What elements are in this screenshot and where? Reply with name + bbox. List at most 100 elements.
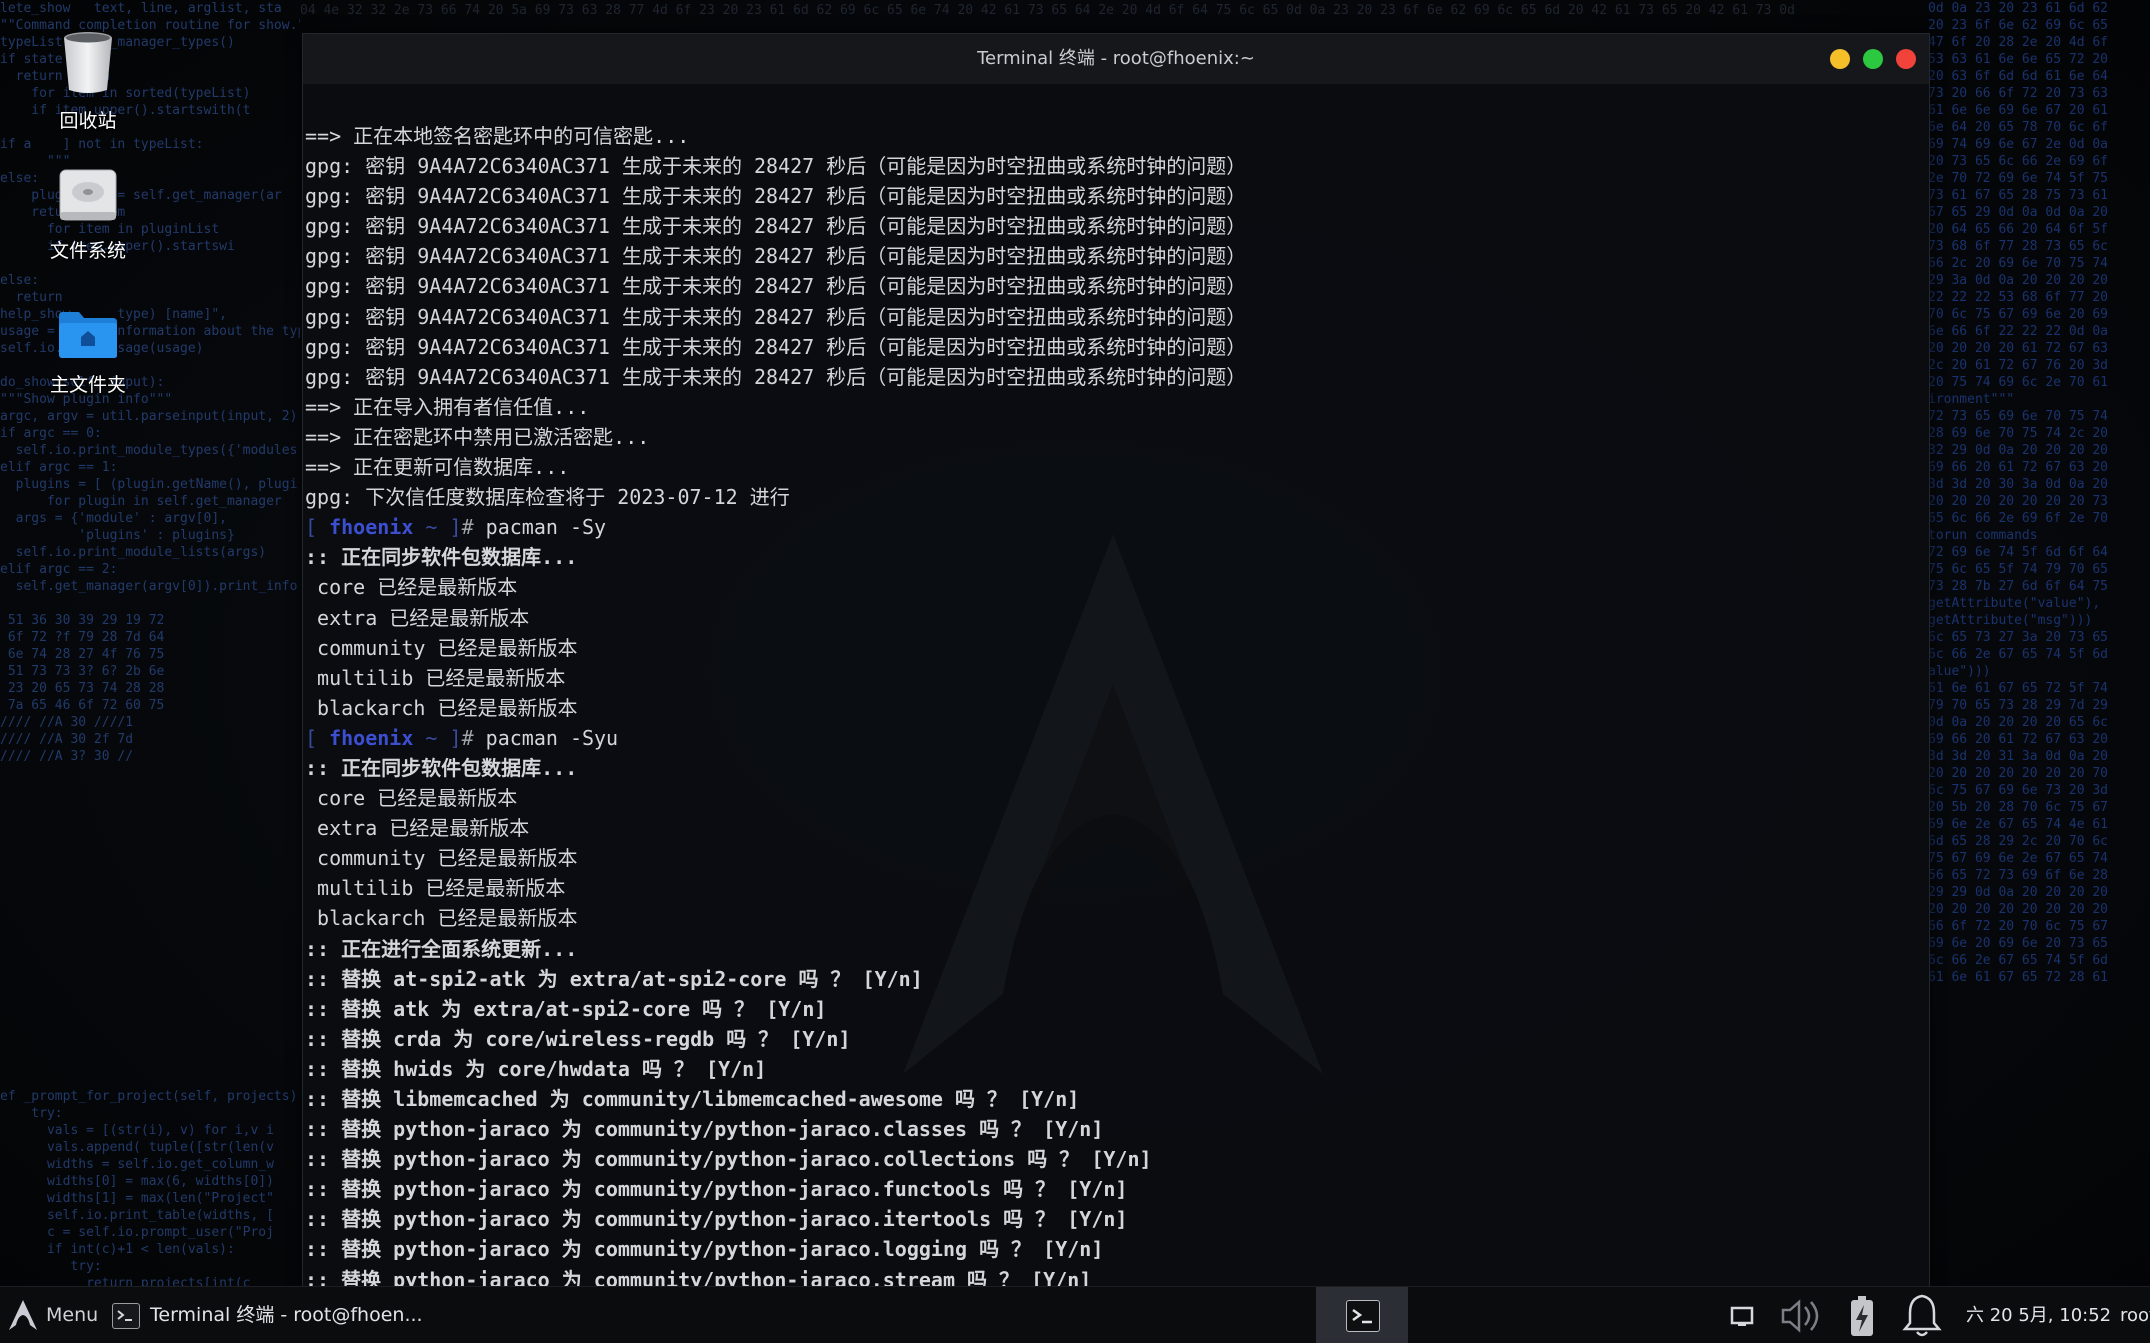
terminal-line: extra 已经是最新版本 xyxy=(305,603,1246,633)
battery-icon[interactable] xyxy=(1840,1287,1884,1343)
terminal-prompt-line: [ fhoenix ~ ]# pacman -Syu xyxy=(305,723,1246,753)
terminal-line-text: ==> 正在导入拥有者信任值... xyxy=(305,394,590,419)
terminal-line-text: gpg: 下次信任度数据库检查将于 2023-07-12 进行 xyxy=(305,485,790,510)
taskbar-item-terminal[interactable]: Terminal 终端 - root@fhoen... xyxy=(108,1287,423,1343)
terminal-line-text: :: 正在进行全面系统更新... xyxy=(305,936,578,961)
terminal-line-text: gpg: 密钥 9A4A72C6340AC371 生成于未来的 28427 秒后… xyxy=(305,274,1247,299)
home-folder-icon xyxy=(59,312,117,358)
terminal-line: :: 替换 libmemcached 为 community/libmemcac… xyxy=(305,1084,1246,1114)
terminal-line-text: :: 替换 python-jaraco 为 community/python-j… xyxy=(305,1117,1104,1142)
terminal-line-text: gpg: 密钥 9A4A72C6340AC371 生成于未来的 28427 秒后… xyxy=(305,364,1247,389)
prompt-hostname: fhoenix xyxy=(329,725,414,750)
terminal-line-text: :: 替换 python-jaraco 为 community/python-j… xyxy=(305,1177,1128,1202)
terminal-line: :: 替换 python-jaraco 为 community/python-j… xyxy=(305,1114,1246,1144)
prompt-command: pacman -Sy xyxy=(473,515,607,540)
background-code-right: 0d 0a 23 20 23 61 6d 62 20 23 6f 6e 62 6… xyxy=(1928,1,2109,985)
terminal-line: :: 替换 atk 为 extra/at-spi2-core 吗 ？ [Y/n] xyxy=(305,994,1246,1024)
drive-icon xyxy=(59,169,117,221)
terminal-line: ==> 正在更新可信数据库... xyxy=(305,452,1246,482)
terminal-line: :: 替换 python-jaraco 为 community/python-j… xyxy=(305,1204,1246,1234)
terminal-line-text: :: 替换 libmemcached 为 community/libmemcac… xyxy=(305,1087,1080,1111)
terminal-line: blackarch 已经是最新版本 xyxy=(305,693,1246,723)
terminal-icon xyxy=(1346,1300,1380,1332)
terminal-line-text: :: 替换 python-jaraco 为 community/python-j… xyxy=(305,1267,1092,1286)
terminal-line-text: gpg: 密钥 9A4A72C6340AC371 生成于未来的 28427 秒后… xyxy=(305,304,1247,329)
terminal-line: :: 替换 hwids 为 core/hwdata 吗 ？ [Y/n] xyxy=(305,1054,1246,1084)
terminal-line: core 已经是最新版本 xyxy=(305,783,1246,813)
terminal-line-text: :: 替换 python-jaraco 为 community/python-j… xyxy=(305,1147,1152,1172)
maximize-button[interactable] xyxy=(1863,49,1883,69)
desktop: lete_show text, line, arglist, sta ""Com… xyxy=(0,0,2150,1343)
terminal-line-text: ==> 正在更新可信数据库... xyxy=(305,455,570,480)
terminal-line: gpg: 密钥 9A4A72C6340AC371 生成于未来的 28427 秒后… xyxy=(305,332,1246,362)
terminal-line-text: multilib 已经是最新版本 xyxy=(305,665,566,690)
terminal-line: gpg: 密钥 9A4A72C6340AC371 生成于未来的 28427 秒后… xyxy=(305,241,1246,271)
terminal-line: blackarch 已经是最新版本 xyxy=(305,903,1246,933)
taskbar-item-label: Terminal 终端 - root@fhoen... xyxy=(150,1304,423,1326)
desktop-icon-trash[interactable]: 回收站 xyxy=(13,30,163,133)
taskbar: Menu Terminal 终端 - root@fhoen... 六 20 5月… xyxy=(0,1286,2150,1343)
terminal-line-text: core 已经是最新版本 xyxy=(305,786,518,811)
prompt-open-bracket: [ xyxy=(305,725,330,750)
terminal-line-text: core 已经是最新版本 xyxy=(305,575,518,600)
terminal-output-area[interactable]: ==> 正在本地签名密匙环中的可信密匙... gpg: 密钥 9A4A72C634… xyxy=(303,84,1929,1286)
terminal-line: ==> 正在密匙环中禁用已激活密匙... xyxy=(305,422,1246,452)
close-button[interactable] xyxy=(1896,49,1916,69)
window-titlebar[interactable]: Terminal 终端 - root@fhoenix:~ xyxy=(303,34,1929,85)
terminal-line-text: gpg: 密钥 9A4A72C6340AC371 生成于未来的 28427 秒后… xyxy=(305,214,1247,239)
terminal-line-text: :: 替换 hwids 为 core/hwdata 吗 ？ [Y/n] xyxy=(305,1056,767,1081)
terminal-line-text: gpg: 密钥 9A4A72C6340AC371 生成于未来的 28427 秒后… xyxy=(305,244,1247,269)
notification-bell-icon[interactable] xyxy=(1898,1287,1946,1343)
terminal-line: :: 正在同步软件包数据库... xyxy=(305,753,1246,783)
terminal-line-text: :: 替换 python-jaraco 为 community/python-j… xyxy=(305,1207,1128,1232)
terminal-line-text: multilib 已经是最新版本 xyxy=(305,876,566,901)
terminal-icon xyxy=(112,1303,140,1329)
terminal-line: gpg: 密钥 9A4A72C6340AC371 生成于未来的 28427 秒后… xyxy=(305,302,1246,332)
terminal-line: gpg: 密钥 9A4A72C6340AC371 生成于未来的 28427 秒后… xyxy=(305,151,1246,181)
terminal-line-text: :: 替换 crda 为 core/wireless-regdb 吗 ？ [Y/… xyxy=(305,1026,851,1051)
terminal-line: gpg: 密钥 9A4A72C6340AC371 生成于未来的 28427 秒后… xyxy=(305,362,1246,392)
terminal-line: extra 已经是最新版本 xyxy=(305,813,1246,843)
terminal-line: ==> 正在导入拥有者信任值... xyxy=(305,392,1246,422)
terminal-line-text: community 已经是最新版本 xyxy=(305,846,578,871)
terminal-line: multilib 已经是最新版本 xyxy=(305,663,1246,693)
prompt-directory: ~ xyxy=(413,515,450,540)
window-title: Terminal 终端 - root@fhoenix:~ xyxy=(977,48,1255,69)
terminal-line: community 已经是最新版本 xyxy=(305,843,1246,873)
terminal-line: gpg: 密钥 9A4A72C6340AC371 生成于未来的 28427 秒后… xyxy=(305,181,1246,211)
prompt-directory: ~ xyxy=(413,725,450,750)
prompt-close-bracket: ] xyxy=(449,725,462,750)
terminal-line-text: gpg: 密钥 9A4A72C6340AC371 生成于未来的 28427 秒后… xyxy=(305,184,1247,209)
terminal-line: gpg: 密钥 9A4A72C6340AC371 生成于未来的 28427 秒后… xyxy=(305,211,1246,241)
background-hex-top: 04 4e 32 32 2e 73 66 74 20 5a 69 73 63 2… xyxy=(300,3,1795,18)
terminal-line-text: blackarch 已经是最新版本 xyxy=(305,695,578,720)
terminal-line: :: 替换 python-jaraco 为 community/python-j… xyxy=(305,1144,1246,1174)
clock[interactable]: 六 20 5月, 10:52 xyxy=(1966,1287,2111,1343)
terminal-line-text: gpg: 密钥 9A4A72C6340AC371 生成于未来的 28427 秒后… xyxy=(305,334,1247,359)
terminal-launcher-button[interactable] xyxy=(1316,1287,1408,1343)
prompt-close-bracket: ] xyxy=(449,515,462,540)
terminal-line-text: :: 替换 python-jaraco 为 community/python-j… xyxy=(305,1237,1104,1262)
terminal-line: :: 替换 python-jaraco 为 community/python-j… xyxy=(305,1174,1246,1204)
terminal-line: community 已经是最新版本 xyxy=(305,633,1246,663)
minimize-button[interactable] xyxy=(1830,49,1850,69)
terminal-line: :: 替换 python-jaraco 为 community/python-j… xyxy=(305,1265,1246,1286)
screen-tray-icon[interactable] xyxy=(1720,1287,1764,1343)
volume-icon[interactable] xyxy=(1775,1287,1831,1343)
terminal-line: :: 正在同步软件包数据库... xyxy=(305,542,1246,572)
terminal-line-text: :: 正在同步软件包数据库... xyxy=(305,545,578,570)
terminal-line: ==> 正在本地签名密匙环中的可信密匙... xyxy=(305,121,1246,151)
terminal-line-text: :: 替换 atk 为 extra/at-spi2-core 吗 ？ [Y/n] xyxy=(305,996,827,1021)
prompt-symbol: # xyxy=(461,725,474,750)
terminal-line: :: 替换 at-spi2-atk 为 extra/at-spi2-core 吗… xyxy=(305,964,1246,994)
menu-button[interactable]: Menu xyxy=(0,1287,108,1343)
terminal-line-text: blackarch 已经是最新版本 xyxy=(305,906,578,931)
terminal-line-text: ==> 正在本地签名密匙环中的可信密匙... xyxy=(305,124,690,148)
terminal-window[interactable]: Terminal 终端 - root@fhoenix:~ ==> 正在本地签名密… xyxy=(302,33,1930,1287)
desktop-icon-home[interactable]: 主文件夹 xyxy=(13,310,163,397)
prompt-symbol: # xyxy=(461,515,474,540)
terminal-line-text: ==> 正在密匙环中禁用已激活密匙... xyxy=(305,424,650,449)
terminal-line-text: community 已经是最新版本 xyxy=(305,635,578,660)
user-menu[interactable]: root xyxy=(2120,1287,2150,1343)
desktop-icon-filesystem[interactable]: 文件系统 xyxy=(13,168,163,263)
